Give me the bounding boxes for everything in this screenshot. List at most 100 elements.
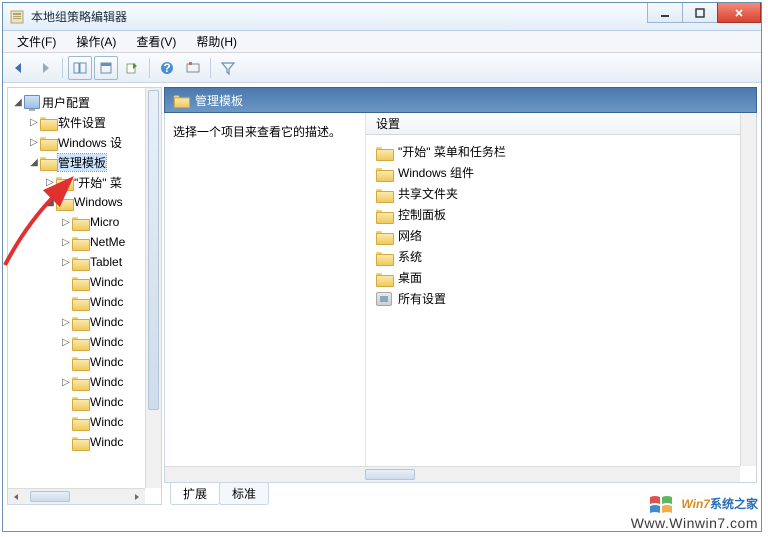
tree-vertical-scrollbar[interactable] — [145, 88, 161, 488]
options-button[interactable] — [181, 56, 205, 80]
folder-icon — [376, 229, 392, 243]
folder-icon — [72, 315, 88, 329]
properties-button[interactable] — [94, 56, 118, 80]
back-button[interactable] — [7, 56, 31, 80]
folder-icon — [40, 115, 56, 129]
list-item[interactable]: "开始" 菜单和任务栏 — [366, 141, 740, 162]
expand-icon[interactable]: ▷ — [28, 117, 40, 128]
tree-node[interactable]: Windc — [8, 412, 145, 432]
list-item[interactable]: 系统 — [366, 246, 740, 267]
list-item[interactable]: Windows 组件 — [366, 162, 740, 183]
details-header-title: 管理模板 — [195, 92, 243, 109]
tree-node[interactable]: Windc — [8, 272, 145, 292]
tree-node-windows-settings[interactable]: ▷Windows 设 — [8, 132, 145, 152]
details-content: 选择一个项目来查看它的描述。 设置 "开始" 菜单和任务栏 Windows 组件… — [164, 113, 757, 483]
tree-node[interactable]: Windc — [8, 292, 145, 312]
folder-icon — [376, 250, 392, 264]
folder-icon — [56, 175, 72, 189]
collapse-icon[interactable]: ◢ — [12, 97, 24, 108]
list-column-header[interactable]: 设置 — [366, 113, 740, 135]
details-vertical-scrollbar[interactable] — [740, 113, 756, 466]
settings-icon — [376, 292, 392, 306]
tree-node-admin-templates[interactable]: ◢管理模板 — [8, 152, 145, 172]
list-item[interactable]: 网络 — [366, 225, 740, 246]
folder-icon — [376, 187, 392, 201]
expand-icon[interactable]: ▷ — [28, 137, 40, 148]
window-controls — [648, 3, 761, 23]
expand-icon[interactable]: ▷ — [44, 177, 56, 188]
details-horizontal-scrollbar[interactable] — [165, 466, 740, 482]
tree-pane: ◢用户配置 ▷软件设置 ▷Windows 设 ◢管理模板 ▷"开始" 菜 ◢Wi… — [7, 87, 162, 505]
app-icon — [9, 9, 25, 25]
toolbar-separator — [62, 58, 63, 78]
tree-node[interactable]: ▷Tablet — [8, 252, 145, 272]
scrollbar-thumb[interactable] — [30, 491, 70, 502]
toolbar-separator — [149, 58, 150, 78]
folder-icon — [72, 255, 88, 269]
tree-node-user-config[interactable]: ◢用户配置 — [8, 92, 145, 112]
tree-node-start-menu[interactable]: ▷"开始" 菜 — [8, 172, 145, 192]
expand-icon[interactable]: ▷ — [60, 317, 72, 328]
tree-node[interactable]: ▷Windc — [8, 332, 145, 352]
folder-icon — [40, 155, 56, 169]
collapse-icon[interactable]: ◢ — [28, 157, 40, 168]
collapse-icon[interactable]: ◢ — [44, 197, 56, 208]
menu-view[interactable]: 查看(V) — [126, 31, 186, 52]
list-item[interactable]: 共享文件夹 — [366, 183, 740, 204]
tree-node-software[interactable]: ▷软件设置 — [8, 112, 145, 132]
tab-standard[interactable]: 标准 — [219, 483, 269, 505]
scroll-left-icon[interactable] — [8, 490, 24, 504]
list-item[interactable]: 所有设置 — [366, 288, 740, 309]
folder-icon — [72, 295, 88, 309]
expand-icon[interactable]: ▷ — [60, 257, 72, 268]
show-tree-button[interactable] — [68, 56, 92, 80]
window-title: 本地组策略编辑器 — [31, 8, 127, 25]
close-button[interactable] — [717, 3, 761, 23]
forward-button[interactable] — [33, 56, 57, 80]
tree-node[interactable]: Windc — [8, 392, 145, 412]
folder-icon — [376, 145, 392, 159]
folder-icon — [376, 208, 392, 222]
expand-icon[interactable]: ▷ — [60, 377, 72, 388]
help-button[interactable]: ? — [155, 56, 179, 80]
settings-list: 设置 "开始" 菜单和任务栏 Windows 组件 共享文件夹 控制面板 网络 … — [365, 113, 740, 466]
menu-file[interactable]: 文件(F) — [7, 31, 66, 52]
tree-node[interactable]: Windc — [8, 352, 145, 372]
expand-icon[interactable]: ▷ — [60, 237, 72, 248]
scroll-right-icon[interactable] — [129, 490, 145, 504]
maximize-button[interactable] — [682, 3, 718, 23]
filter-button[interactable] — [216, 56, 240, 80]
folder-icon — [72, 395, 88, 409]
svg-text:?: ? — [163, 61, 170, 75]
tree-node[interactable]: Windc — [8, 432, 145, 452]
expand-icon[interactable]: ▷ — [60, 337, 72, 348]
description-text: 选择一个项目来查看它的描述。 — [173, 123, 357, 140]
minimize-button[interactable] — [647, 3, 683, 23]
tree-view[interactable]: ◢用户配置 ▷软件设置 ▷Windows 设 ◢管理模板 ▷"开始" 菜 ◢Wi… — [8, 88, 145, 488]
tree-node[interactable]: ▷NetMe — [8, 232, 145, 252]
tab-extended[interactable]: 扩展 — [170, 483, 220, 505]
tree-node[interactable]: ▷Micro — [8, 212, 145, 232]
toolbar: ? — [3, 53, 761, 83]
expand-icon[interactable]: ▷ — [60, 217, 72, 228]
tree-node[interactable]: ▷Windc — [8, 372, 145, 392]
toolbar-separator — [210, 58, 211, 78]
folder-icon — [72, 375, 88, 389]
folder-icon — [40, 135, 56, 149]
menu-action[interactable]: 操作(A) — [66, 31, 126, 52]
window-frame: 本地组策略编辑器 文件(F) 操作(A) 查看(V) 帮助(H) ? ◢用户配置 — [2, 2, 762, 532]
tree-horizontal-scrollbar[interactable] — [8, 488, 145, 504]
folder-icon — [376, 271, 392, 285]
list-item[interactable]: 桌面 — [366, 267, 740, 288]
titlebar: 本地组策略编辑器 — [3, 3, 761, 31]
folder-icon — [72, 415, 88, 429]
tree-node[interactable]: ▷Windc — [8, 312, 145, 332]
scrollbar-thumb[interactable] — [365, 469, 415, 480]
folder-icon — [174, 94, 188, 107]
tree-node-windows-components[interactable]: ◢Windows — [8, 192, 145, 212]
menu-help[interactable]: 帮助(H) — [186, 31, 247, 52]
list-item[interactable]: 控制面板 — [366, 204, 740, 225]
folder-icon — [72, 335, 88, 349]
scrollbar-thumb[interactable] — [148, 90, 159, 410]
export-button[interactable] — [120, 56, 144, 80]
